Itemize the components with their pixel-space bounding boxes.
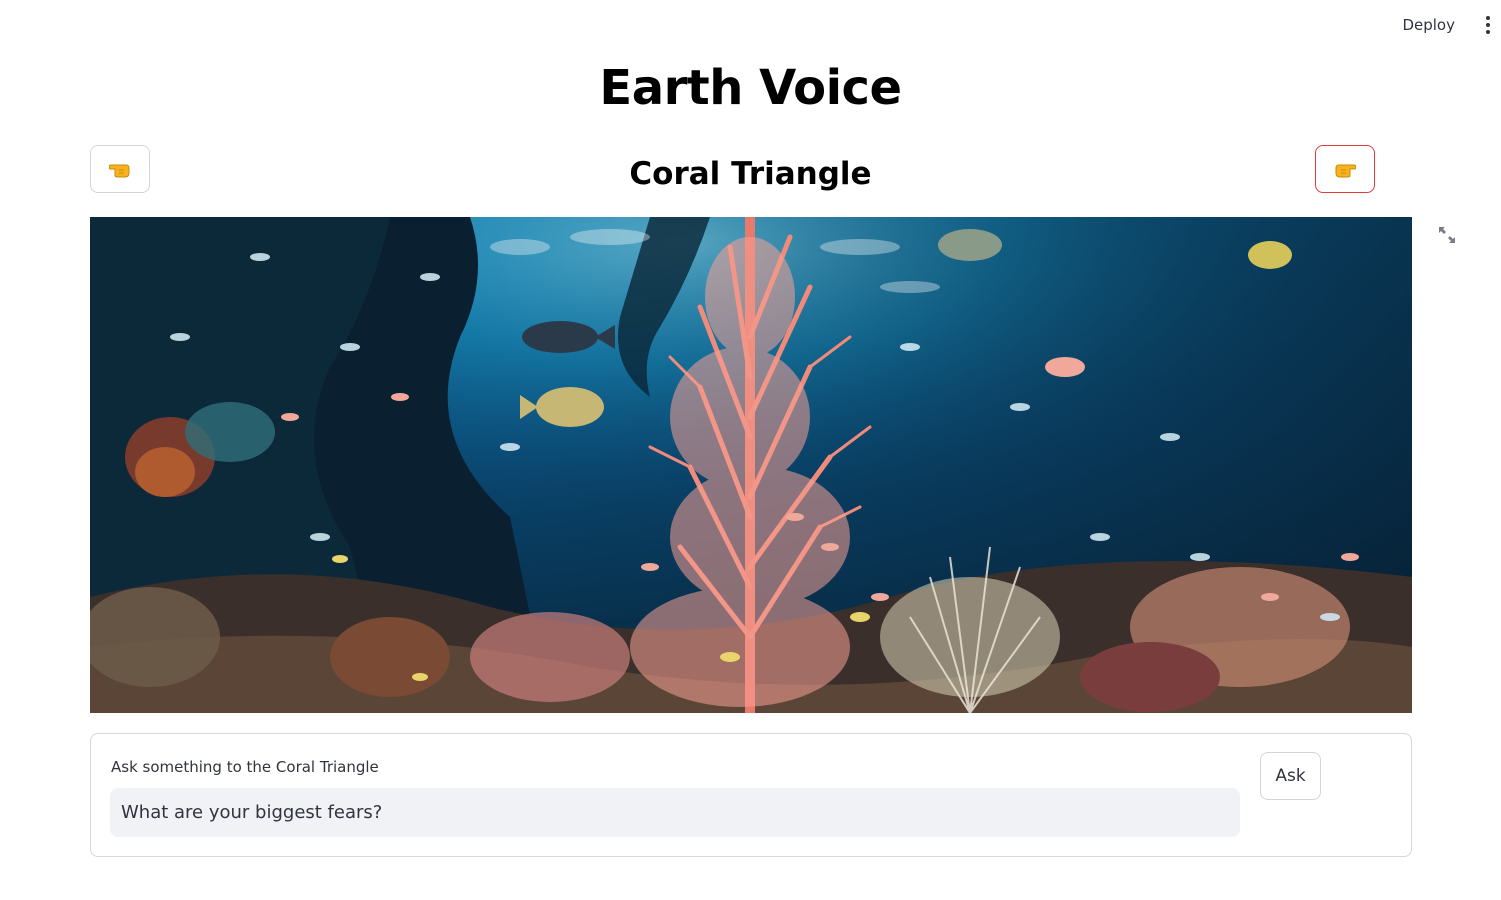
app-root: Deploy Earth Voice Coral Triangle Ask so… (0, 0, 1501, 900)
deploy-button[interactable]: Deploy (1400, 12, 1457, 38)
ask-form: Ask something to the Coral Triangle Ask (90, 733, 1412, 857)
ask-label: Ask something to the Coral Triangle (111, 758, 379, 776)
expand-icon-svg (1439, 227, 1455, 243)
ask-button[interactable]: Ask (1260, 752, 1321, 800)
ask-input[interactable] (110, 788, 1240, 837)
hand-pointing-right-icon (1335, 164, 1356, 178)
location-title: Coral Triangle (629, 156, 872, 192)
vertical-dots-icon[interactable] (1477, 12, 1499, 38)
page-title: Earth Voice (599, 60, 902, 116)
next-location-button[interactable] (1315, 145, 1375, 193)
location-image (90, 217, 1412, 713)
expand-icon[interactable] (1436, 224, 1458, 246)
coral-reef-illustration (90, 217, 1412, 713)
